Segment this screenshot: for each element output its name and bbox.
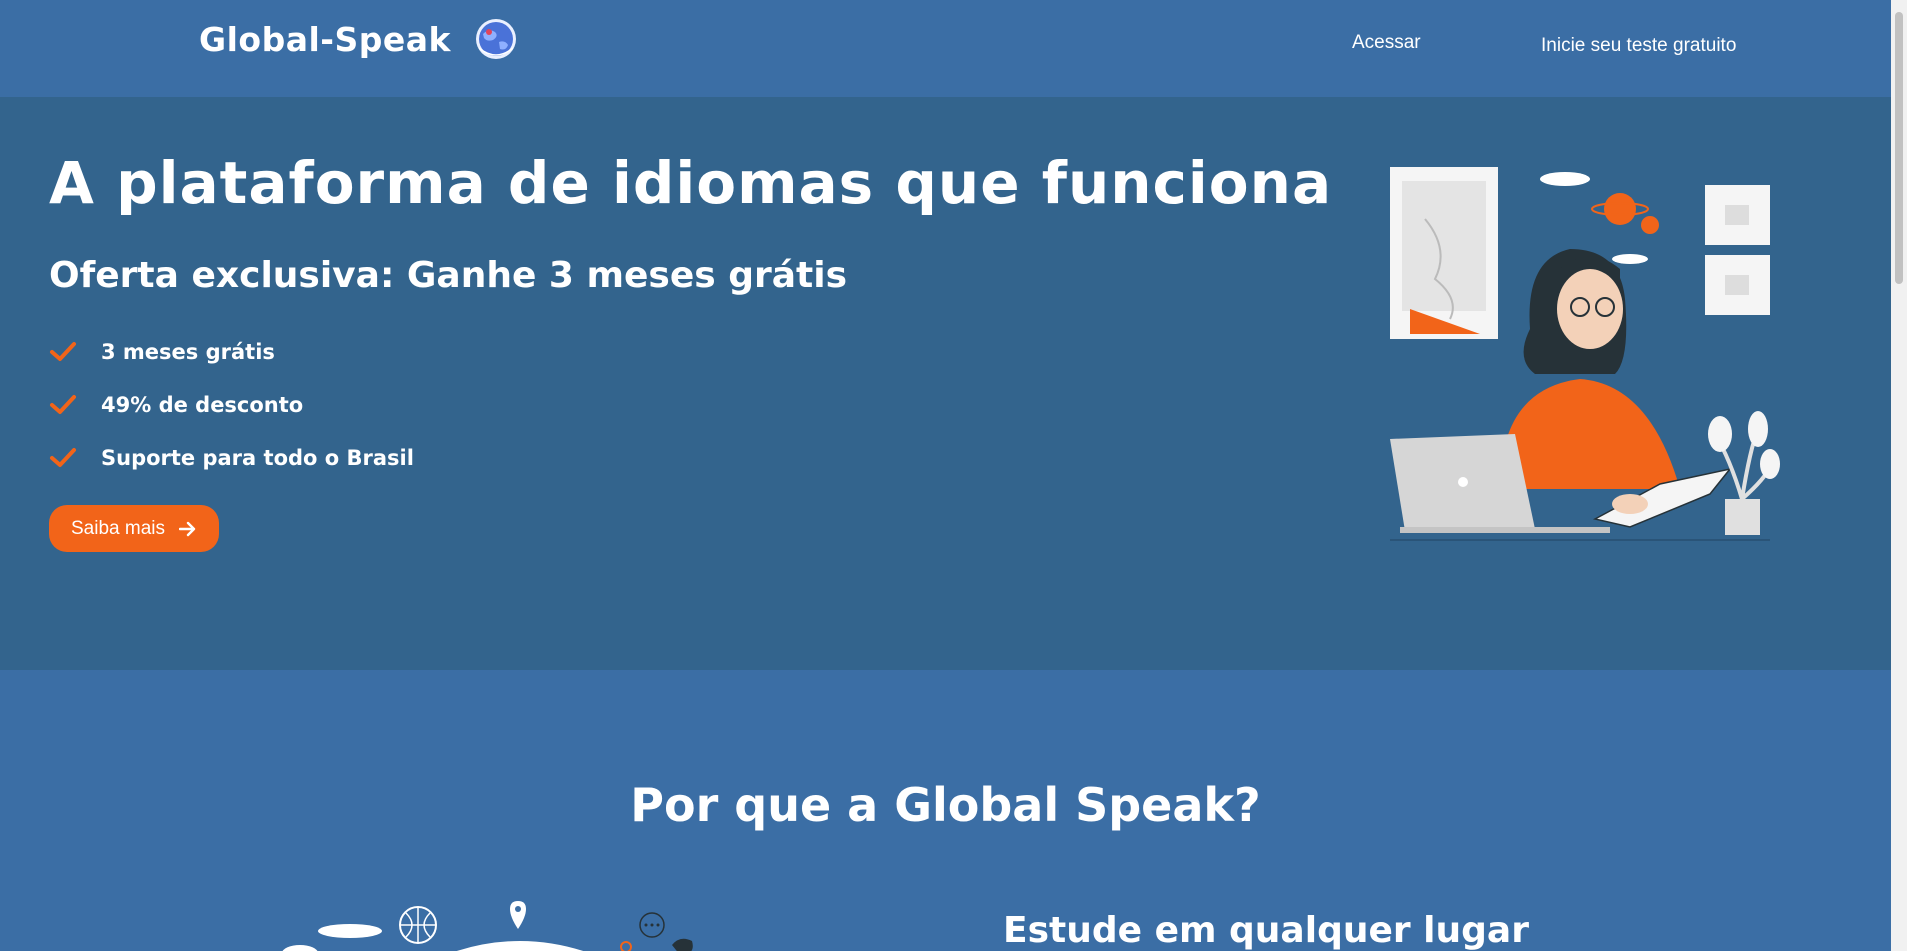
arrow-right-icon (179, 521, 196, 536)
login-link[interactable]: Acessar (1352, 32, 1421, 54)
learn-more-button[interactable]: Saiba mais (49, 505, 219, 552)
hero-subtitle: Oferta exclusiva: Ganhe 3 meses grátis (49, 255, 848, 296)
benefit-label: Suporte para todo o Brasil (101, 445, 414, 470)
learn-more-label: Saiba mais (71, 517, 165, 539)
vertical-scrollbar[interactable] (1891, 0, 1907, 951)
logo-text: Global-Speak (199, 19, 451, 59)
why-section-title: Por que a Global Speak? (630, 778, 1261, 832)
check-icon (50, 394, 76, 414)
free-trial-link[interactable]: Inicie seu teste gratuito (1541, 35, 1736, 57)
hero-title: A plataforma de idiomas que funciona (49, 149, 1333, 217)
woman-studying-illustration (1390, 167, 1780, 541)
logo[interactable]: Global-Speak (199, 18, 517, 60)
benefit-item: 3 meses grátis (49, 325, 414, 378)
check-icon (50, 341, 76, 361)
benefit-label: 49% de desconto (101, 392, 304, 417)
check-icon (50, 447, 76, 467)
scrollbar-thumb[interactable] (1895, 12, 1903, 284)
benefits-list: 3 meses grátis 49% de desconto Suporte p… (49, 325, 414, 484)
hero-section: A plataforma de idiomas que funciona Ofe… (0, 97, 1891, 670)
benefit-item: 49% de desconto (49, 378, 414, 431)
benefit-item: Suporte para todo o Brasil (49, 431, 414, 484)
travel-illustration (282, 901, 693, 951)
site-header: Global-Speak Acessar Inicie seu teste gr… (0, 0, 1891, 97)
feature-title: Estude em qualquer lugar (1003, 910, 1529, 951)
globe-icon (475, 19, 516, 59)
page: Global-Speak Acessar Inicie seu teste gr… (0, 0, 1891, 951)
benefit-label: 3 meses grátis (101, 339, 275, 364)
